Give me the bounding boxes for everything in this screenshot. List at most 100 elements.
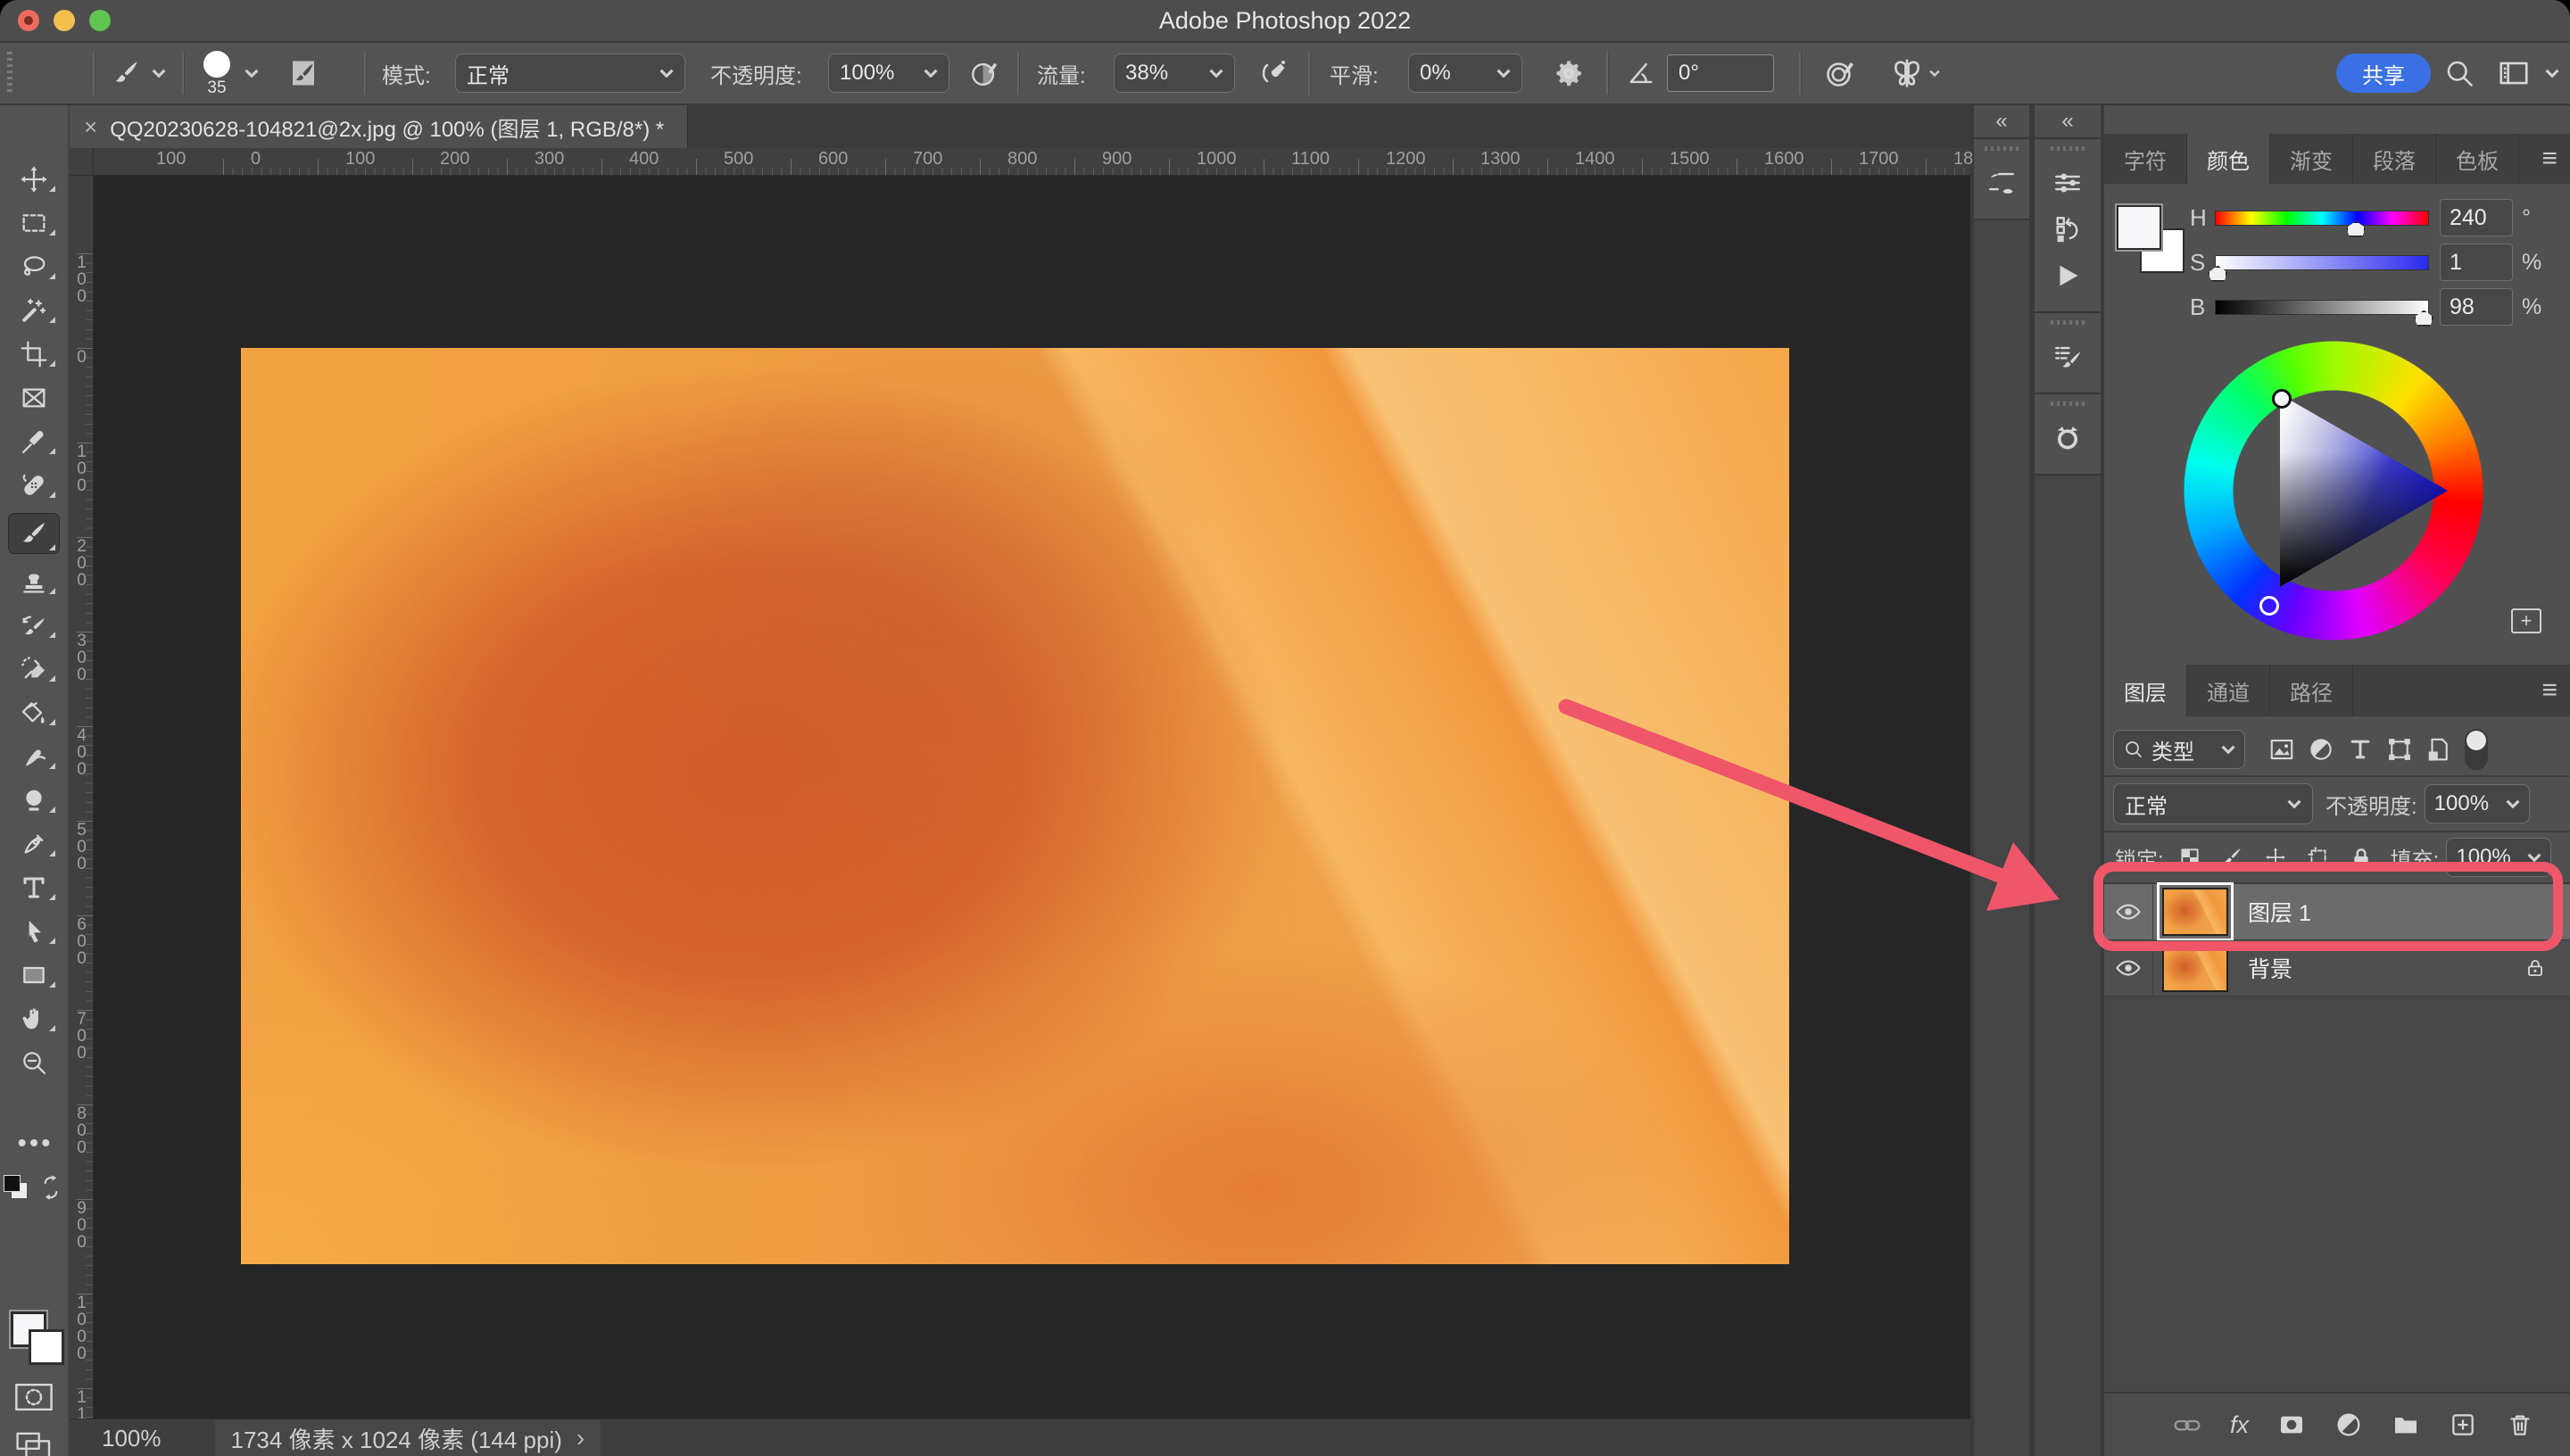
new-group-button[interactable] [2392, 1410, 2420, 1439]
default-and-swap-colors[interactable] [0, 1174, 68, 1201]
tool-preset-button[interactable] [111, 43, 166, 103]
add-layer-mask-button[interactable] [2277, 1410, 2306, 1439]
history-panel-button[interactable] [2046, 206, 2089, 252]
smoothing-select[interactable]: 0% [1408, 43, 1522, 103]
angle-input[interactable]: 0° [1667, 43, 1774, 103]
move-tool[interactable] [9, 164, 59, 194]
eyedropper-tool[interactable] [9, 426, 59, 457]
lock-transparency-icon[interactable] [2178, 846, 2201, 869]
foreground-background-swatches[interactable] [0, 1311, 68, 1361]
pressure-opacity-button[interactable] [969, 43, 999, 103]
brushes-panel-button[interactable] [1980, 160, 2023, 206]
paint-symmetry-button[interactable] [1890, 43, 1940, 103]
workspace-switcher[interactable] [2497, 43, 2559, 103]
link-layers-button[interactable] [2173, 1410, 2201, 1439]
layer-blend-mode-select[interactable]: 正常 [2113, 783, 2313, 824]
lock-pixels-icon[interactable] [2221, 846, 2244, 869]
background-color-swatch[interactable] [29, 1329, 64, 1365]
smoothing-options-button[interactable] [1553, 43, 1585, 103]
layer-thumbnail[interactable] [2162, 888, 2228, 936]
lasso-tool[interactable] [9, 252, 59, 282]
layer-thumbnail[interactable] [2162, 944, 2228, 992]
healing-brush-tool[interactable] [9, 470, 59, 500]
layer-visibility-toggle[interactable] [2104, 940, 2153, 996]
flow-select[interactable]: 38% [1114, 43, 1235, 103]
collapse-dock-chevron[interactable]: « [1974, 105, 2029, 139]
lock-all-icon[interactable] [2350, 846, 2373, 869]
eraser-tool[interactable] [9, 654, 59, 684]
clone-stamp-tool[interactable] [9, 567, 59, 597]
layer-opacity-select[interactable]: 100% [2425, 784, 2530, 823]
tab-swatches[interactable]: 色板 [2436, 134, 2519, 184]
filter-type-layers-icon[interactable] [2347, 736, 2374, 763]
brightness-slider-thumb[interactable] [2414, 310, 2433, 327]
tab-paths[interactable]: 路径 [2270, 665, 2353, 716]
ruler-origin-corner[interactable] [70, 148, 94, 176]
hand-tool[interactable] [9, 1004, 59, 1034]
search-button[interactable] [2443, 43, 2475, 103]
shape-tool[interactable] [9, 960, 59, 990]
layer-row-layer1[interactable]: 图层 1 [2104, 884, 2570, 940]
marquee-tool[interactable] [9, 208, 59, 238]
brightness-slider[interactable] [2215, 300, 2429, 315]
blend-mode-select[interactable]: 正常 [455, 43, 685, 103]
edit-toolbar-button[interactable] [0, 1136, 68, 1150]
fill-select[interactable]: 100% [2446, 838, 2551, 877]
share-button[interactable]: 共享 [2336, 54, 2431, 93]
status-chevron-icon[interactable]: › [576, 1424, 584, 1452]
pressure-size-button[interactable] [1824, 43, 1856, 103]
default-colors-icon[interactable] [4, 1175, 29, 1200]
smudge-tool[interactable] [9, 741, 59, 772]
add-to-swatches-button[interactable]: + [2511, 608, 2541, 633]
pen-tool[interactable] [9, 829, 59, 859]
swap-colors-icon[interactable] [37, 1174, 64, 1201]
panel-menu-icon[interactable]: ≡ [2541, 665, 2570, 716]
type-tool[interactable] [9, 873, 59, 903]
tab-character[interactable]: 字符 [2104, 134, 2187, 184]
quick-mask-button[interactable] [0, 1383, 68, 1411]
brush-tool[interactable] [9, 514, 59, 553]
hue-input[interactable]: 240 [2440, 199, 2513, 236]
filter-shape-layers-icon[interactable] [2386, 736, 2413, 763]
tab-layers[interactable]: 图层 [2104, 665, 2187, 716]
frame-tool[interactable] [9, 383, 59, 413]
filter-pixel-layers-icon[interactable] [2268, 736, 2295, 763]
zoom-tool[interactable] [9, 1047, 59, 1078]
lock-artboard-icon[interactable] [2307, 846, 2330, 869]
filter-adjustment-layers-icon[interactable] [2308, 736, 2334, 763]
collapse-dock-chevron[interactable]: « [2035, 105, 2101, 139]
hue-ring-marker[interactable] [2259, 596, 2279, 616]
dodge-tool[interactable] [9, 785, 59, 815]
ruler-left[interactable]: 100010020030040050060070080090010001100 [70, 175, 94, 1419]
crop-tool[interactable] [9, 339, 59, 369]
zoom-level[interactable]: 100% [102, 1425, 162, 1452]
actions-panel-button[interactable] [2046, 252, 2089, 299]
hue-slider-thumb[interactable] [2346, 221, 2366, 237]
close-tab-icon[interactable]: × [84, 113, 97, 141]
tab-gradient[interactable]: 渐变 [2270, 134, 2353, 184]
triangle-marker[interactable] [2272, 389, 2292, 409]
document-viewport[interactable] [70, 148, 1970, 1419]
background-lock[interactable] [2524, 956, 2547, 980]
canvas-image[interactable] [241, 348, 1789, 1264]
delete-layer-button[interactable] [2506, 1410, 2534, 1439]
document-info[interactable]: 1734 像素 x 1024 像素 (144 ppi) › [215, 1419, 601, 1456]
hue-slider[interactable] [2215, 211, 2429, 226]
tab-paragraph[interactable]: 段落 [2353, 134, 2436, 184]
clone-source-panel-button[interactable] [2046, 415, 2089, 461]
document-tab[interactable]: × QQ20230628-104821@2x.jpg @ 100% (图层 1,… [70, 105, 688, 148]
brightness-input[interactable]: 98 [2440, 288, 2513, 326]
foreground-color-swatch[interactable] [2117, 205, 2161, 250]
tab-color[interactable]: 颜色 [2187, 134, 2270, 184]
screen-mode-button[interactable] [0, 1431, 68, 1456]
brush-settings-panel-button[interactable] [2046, 334, 2089, 380]
paint-bucket-tool[interactable] [9, 698, 59, 728]
filter-smart-objects-icon[interactable] [2425, 736, 2452, 763]
layer-name[interactable]: 图层 1 [2248, 896, 2311, 928]
adjustment-layer-button[interactable] [2334, 1410, 2363, 1439]
panel-color-swatches[interactable] [2117, 205, 2188, 277]
tab-channels[interactable]: 通道 [2187, 665, 2270, 716]
opacity-select[interactable]: 100% [828, 43, 949, 103]
airbrush-button[interactable] [1256, 43, 1289, 103]
saturation-input[interactable]: 1 [2440, 244, 2513, 281]
